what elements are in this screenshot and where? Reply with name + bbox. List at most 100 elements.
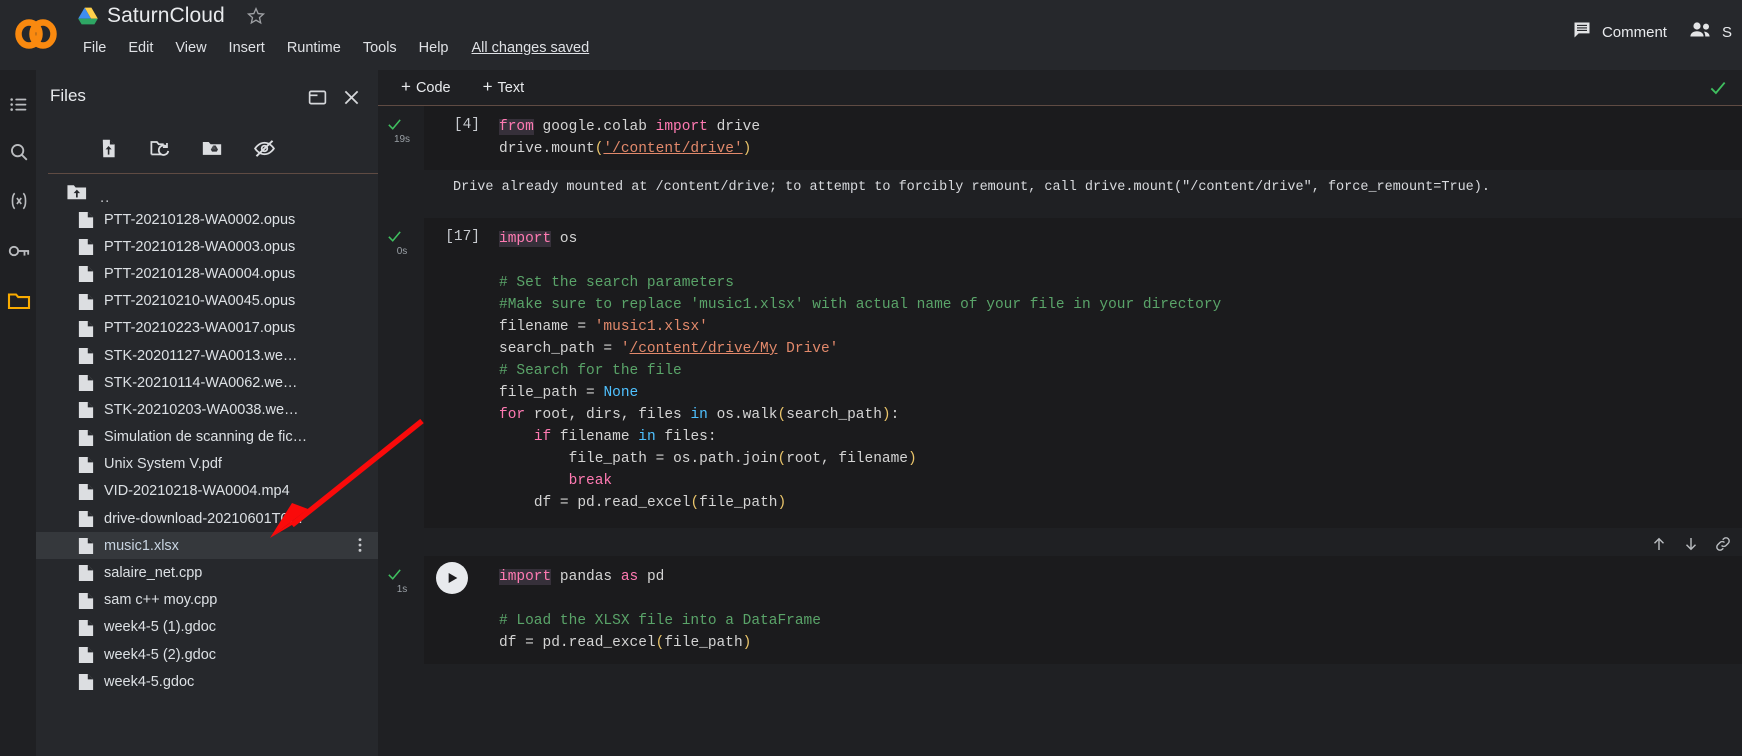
add-code-label: Code [415, 79, 451, 96]
menu-view[interactable]: View [164, 37, 217, 59]
cell-spacer [378, 208, 1742, 218]
cell-source-1[interactable]: from google.colab import drive drive.mou… [424, 116, 1742, 160]
file-icon [78, 592, 94, 615]
refresh-folder-icon[interactable] [144, 132, 176, 164]
file-icon [78, 211, 94, 234]
notebook-toolbar: + Code + Text [378, 70, 1742, 106]
list-item[interactable]: PTT-20210128-WA0002.opus [36, 206, 378, 233]
file-icon [78, 483, 94, 506]
close-icon[interactable] [338, 84, 364, 110]
menu-runtime[interactable]: Runtime [276, 37, 352, 59]
list-item[interactable]: week4-5 (1).gdoc [36, 614, 378, 641]
file-icon [78, 646, 94, 669]
list-item[interactable]: PTT-20210223-WA0017.opus [36, 315, 378, 342]
files-panel-header: Files [36, 70, 378, 122]
cell-source-2[interactable]: import os # Set the search parameters #M… [424, 228, 1742, 514]
file-icon [78, 564, 94, 587]
file-icon [78, 238, 94, 261]
code-cell-1[interactable]: 19s [4] from google.colab import drive d… [378, 106, 1742, 208]
comment-icon [1572, 20, 1592, 44]
list-item[interactable]: music1.xlsx [36, 532, 378, 560]
star-outline-icon[interactable] [246, 6, 266, 26]
file-icon [78, 265, 94, 288]
file-options-kebab-icon[interactable] [352, 536, 368, 559]
mount-drive-icon[interactable] [196, 132, 228, 164]
cell-output-1: Drive already mounted at /content/drive;… [378, 170, 1742, 208]
variables-icon[interactable] [4, 186, 34, 216]
list-item[interactable]: Unix System V.pdf [36, 451, 378, 478]
people-icon [1689, 20, 1713, 44]
menu-tools[interactable]: Tools [352, 37, 408, 59]
list-item[interactable]: PTT-20210210-WA0045.opus [36, 288, 378, 315]
cell-editor-3[interactable]: import pandas as pd # Load the XLSX file… [424, 556, 1742, 664]
colab-logo[interactable] [12, 10, 60, 58]
comment-button[interactable]: Comment [1560, 14, 1679, 50]
file-icon [78, 510, 94, 533]
cell-editor-2[interactable]: [17] import os # Set the search paramete… [424, 218, 1742, 551]
cell-editor-1[interactable]: [4] from google.colab import drive drive… [424, 106, 1742, 170]
add-text-cell-button[interactable]: + Text [474, 76, 534, 99]
list-item[interactable]: STK-20210114-WA0062.we… [36, 369, 378, 396]
file-icon [78, 293, 94, 316]
list-item[interactable]: salaire_net.cpp [36, 559, 378, 586]
page-title[interactable]: SaturnCloud [107, 4, 225, 28]
link-to-cell-icon[interactable] [1714, 535, 1732, 558]
code-cell-3[interactable]: 1s import pandas as pd # Load the XLSX f… [378, 556, 1742, 664]
file-name: PTT-20210223-WA0017.opus [104, 320, 296, 337]
file-list[interactable]: PTT-20210128-WA0002.opus PTT-20210128-WA0… [36, 206, 378, 756]
list-item[interactable]: STK-20210203-WA0038.we… [36, 396, 378, 423]
file-icon [78, 401, 94, 424]
cell-spacer [378, 528, 1742, 556]
list-item[interactable]: PTT-20210128-WA0004.opus [36, 260, 378, 287]
secrets-key-icon[interactable] [4, 236, 34, 266]
run-cell-button[interactable] [436, 562, 468, 594]
top-bar: SaturnCloud File Edit View Insert Runtim… [0, 0, 1742, 70]
move-cell-down-icon[interactable] [1682, 535, 1700, 558]
cell-source-3[interactable]: import pandas as pd # Load the XLSX file… [424, 566, 1742, 654]
file-name: sam c++ moy.cpp [104, 592, 218, 609]
move-cell-up-icon[interactable] [1650, 535, 1668, 558]
cell-gutter-1: 19s [378, 106, 424, 170]
file-name: salaire_net.cpp [104, 565, 203, 582]
menu-insert[interactable]: Insert [218, 37, 276, 59]
upload-file-icon[interactable] [92, 132, 124, 164]
add-code-cell-button[interactable]: + Code [392, 76, 460, 99]
file-name: PTT-20210128-WA0003.opus [104, 238, 296, 255]
file-name: Simulation de scanning de fic… [104, 429, 308, 446]
plus-icon: + [482, 77, 493, 96]
list-item[interactable]: PTT-20210128-WA0003.opus [36, 233, 378, 260]
table-of-contents-icon[interactable] [4, 90, 34, 120]
menu-help[interactable]: Help [408, 37, 460, 59]
menu-edit[interactable]: Edit [117, 37, 164, 59]
files-toolbar [36, 122, 378, 174]
share-label: S [1721, 23, 1732, 41]
open-in-new-window-icon[interactable] [304, 84, 330, 110]
cell-gutter-3: 1s [378, 556, 424, 664]
search-icon[interactable] [4, 137, 34, 167]
hide-hidden-files-icon[interactable] [248, 132, 280, 164]
notebook-cells: 19s [4] from google.colab import drive d… [378, 106, 1742, 756]
notebook-area: + Code + Text 19s [4] from google.colab … [378, 70, 1742, 756]
file-name: drive-download-20210601T0… [104, 510, 304, 527]
list-item[interactable]: sam c++ moy.cpp [36, 587, 378, 614]
list-item[interactable]: STK-20201127-WA0013.we… [36, 342, 378, 369]
file-icon [78, 347, 94, 370]
menu-file[interactable]: File [72, 37, 117, 59]
top-right-actions: Comment S [1560, 14, 1742, 50]
list-item[interactable]: week4-5.gdoc [36, 668, 378, 695]
list-item[interactable]: Simulation de scanning de fic… [36, 424, 378, 451]
list-item[interactable]: VID-20210218-WA0004.mp4 [36, 478, 378, 505]
file-name: VID-20210218-WA0004.mp4 [104, 483, 290, 500]
cell-runtime-3: 1s [396, 584, 408, 595]
save-status[interactable]: All changes saved [464, 37, 598, 59]
document-title-row: SaturnCloud [78, 4, 266, 28]
cell-runtime-1: 19s [393, 134, 411, 145]
parent-directory-row[interactable]: .. [66, 182, 110, 207]
file-name: music1.xlsx [104, 537, 179, 554]
files-folder-icon[interactable] [4, 286, 34, 316]
share-button[interactable]: S [1679, 14, 1742, 50]
code-cell-2[interactable]: 0s [17] import os # Set the search param… [378, 218, 1742, 551]
cell-gutter-2: 0s [378, 218, 424, 528]
list-item[interactable]: week4-5 (2).gdoc [36, 641, 378, 668]
list-item[interactable]: drive-download-20210601T0… [36, 505, 378, 532]
